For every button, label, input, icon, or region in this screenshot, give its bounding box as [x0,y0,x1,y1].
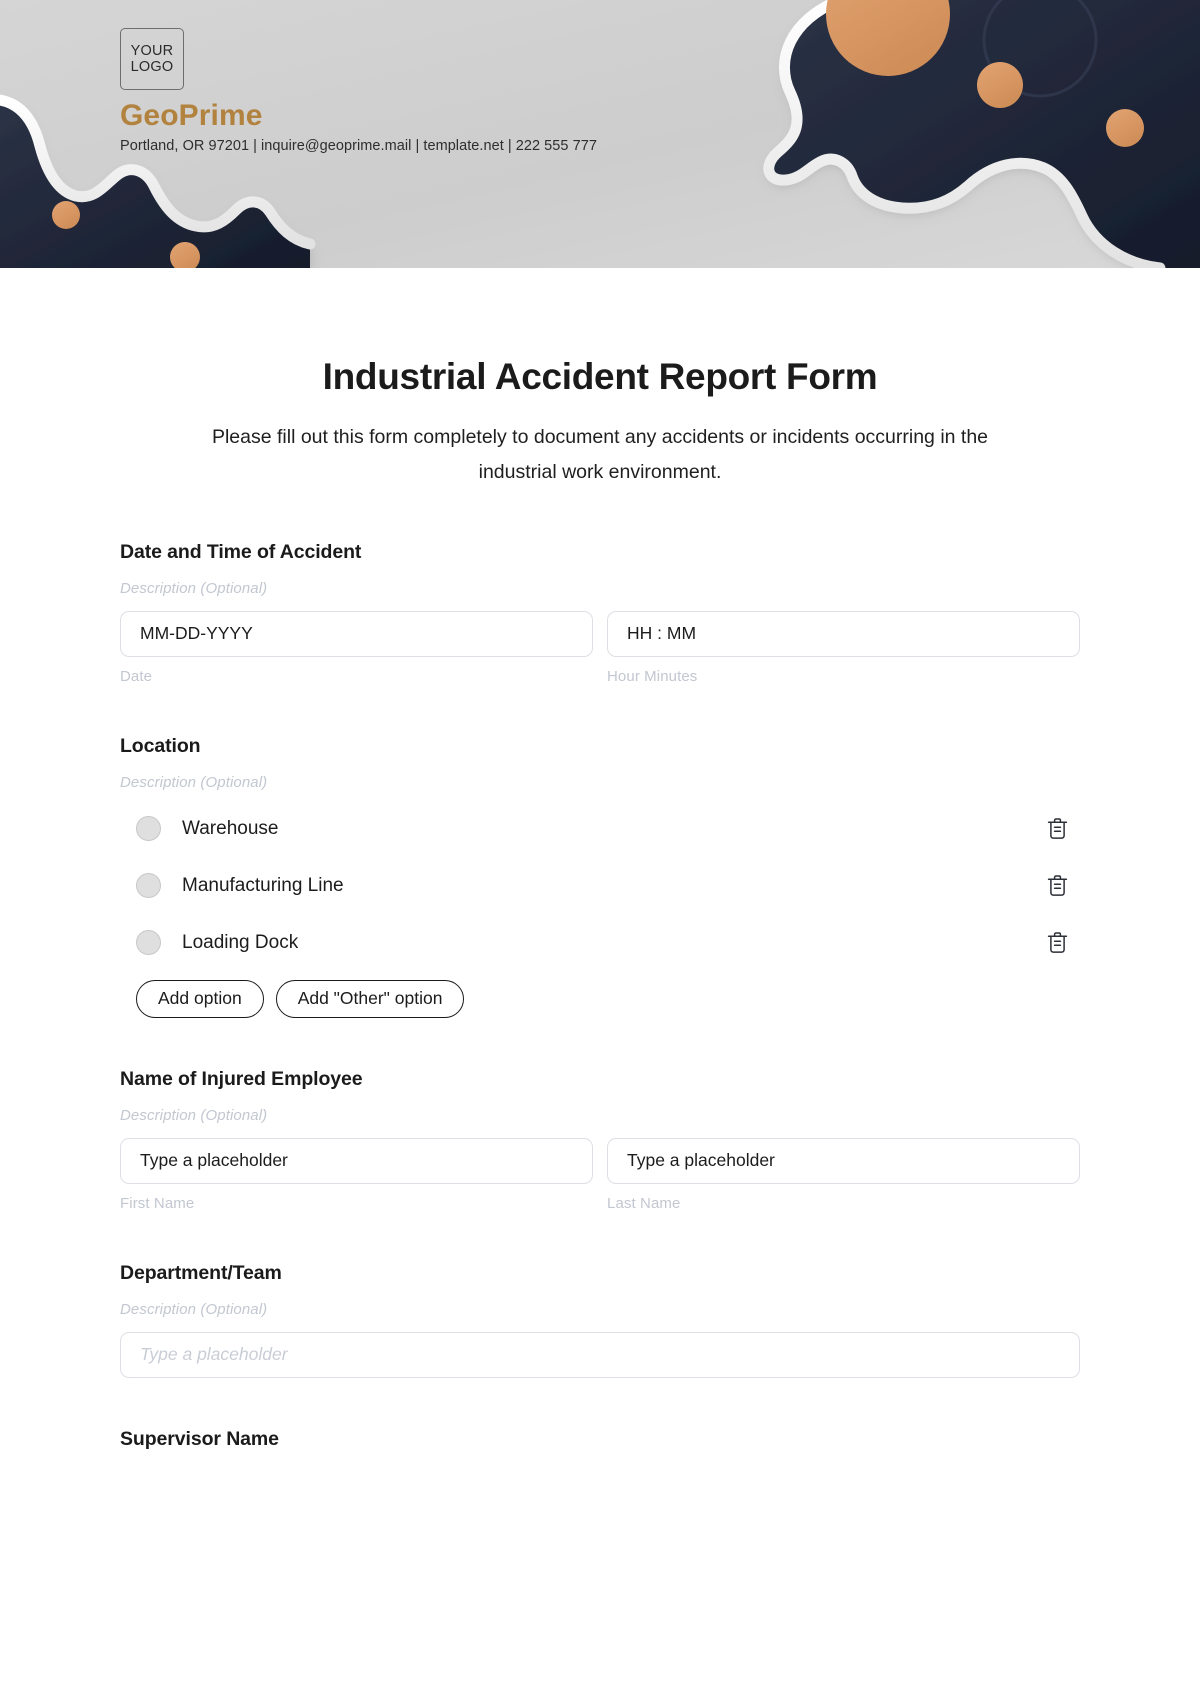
option-label: Warehouse [182,817,279,839]
radio-button-manufacturing-line[interactable] [136,873,161,899]
field-label-employee-name: Name of Injured Employee [120,1067,363,1090]
page-header-banner: YOUR LOGO GeoPrime Portland, OR 97201 | … [0,0,1200,268]
first-name-sublabel: First Name [120,1194,195,1212]
field-label-location: Location [120,734,201,757]
radio-button-warehouse[interactable] [136,816,161,842]
location-option-list: Warehouse Manufacturing Line Loading Doc… [120,809,1080,963]
option-label: Manufacturing Line [182,874,344,896]
logo-line-2: LOGO [130,59,174,75]
add-other-option-button[interactable]: Add "Other" option [275,979,465,1018]
radio-button-loading-dock[interactable] [136,930,161,956]
time-column: HH : MM Hour Minutes [607,610,1080,685]
field-employee-name: Name of Injured Employee Description (Op… [120,1068,1080,1212]
date-input[interactable]: MM-DD-YYYY [120,610,593,657]
add-option-button[interactable]: Add option [136,979,264,1018]
option-label: Loading Dock [182,931,299,953]
brand-contact-line: Portland, OR 97201 | inquire@geoprime.ma… [120,138,597,154]
logo-placeholder: YOUR LOGO [120,28,184,90]
field-label-supervisor-name: Supervisor Name [120,1427,279,1450]
field-department-team: Department/Team Description (Optional) T… [120,1262,1080,1378]
first-name-input[interactable]: Type a placeholder [120,1137,593,1184]
location-option-actions: Add option Add "Other" option [120,979,1080,1018]
last-name-sublabel: Last Name [607,1194,681,1212]
date-time-input-row: MM-DD-YYYY Date HH : MM Hour Minutes [120,610,1080,685]
field-date-and-time: Date and Time of Accident Description (O… [120,541,1080,685]
form-sheet: Industrial Accident Report Form Please f… [0,268,1200,1451]
last-name-input[interactable]: Type a placeholder [607,1137,1080,1184]
department-input-row: Type a placeholder [120,1331,1080,1378]
field-description-date-time: Description (Optional) [120,579,268,597]
field-description-location: Description (Optional) [120,773,268,791]
time-sublabel: Hour Minutes [607,667,698,685]
date-sublabel: Date [120,667,153,685]
time-input[interactable]: HH : MM [607,610,1080,657]
page-subtitle: Please fill out this form completely to … [211,426,989,484]
page-title: Industrial Accident Report Form [322,356,878,397]
list-item[interactable]: Loading Dock [120,923,1080,963]
field-location: Location Description (Optional) Warehous… [120,735,1080,1018]
field-label-date-time: Date and Time of Accident [120,540,362,563]
brand-block: YOUR LOGO GeoPrime Portland, OR 97201 | … [120,28,597,154]
logo-line-1: YOUR [130,42,174,59]
trash-icon[interactable] [1044,929,1070,957]
field-description-department-team: Description (Optional) [120,1300,268,1318]
field-description-employee-name: Description (Optional) [120,1106,268,1124]
department-column: Type a placeholder [120,1331,1080,1378]
list-item[interactable]: Manufacturing Line [120,866,1080,906]
trash-icon[interactable] [1044,872,1070,900]
brand-name: GeoPrime [120,99,263,132]
last-name-column: Type a placeholder Last Name [607,1137,1080,1212]
first-name-column: Type a placeholder First Name [120,1137,593,1212]
date-column: MM-DD-YYYY Date [120,610,593,685]
employee-name-input-row: Type a placeholder First Name Type a pla… [120,1137,1080,1212]
field-label-department-team: Department/Team [120,1261,282,1284]
list-item[interactable]: Warehouse [120,809,1080,849]
field-supervisor-name: Supervisor Name [120,1428,1080,1451]
department-input[interactable]: Type a placeholder [120,1331,1080,1378]
trash-icon[interactable] [1044,815,1070,843]
